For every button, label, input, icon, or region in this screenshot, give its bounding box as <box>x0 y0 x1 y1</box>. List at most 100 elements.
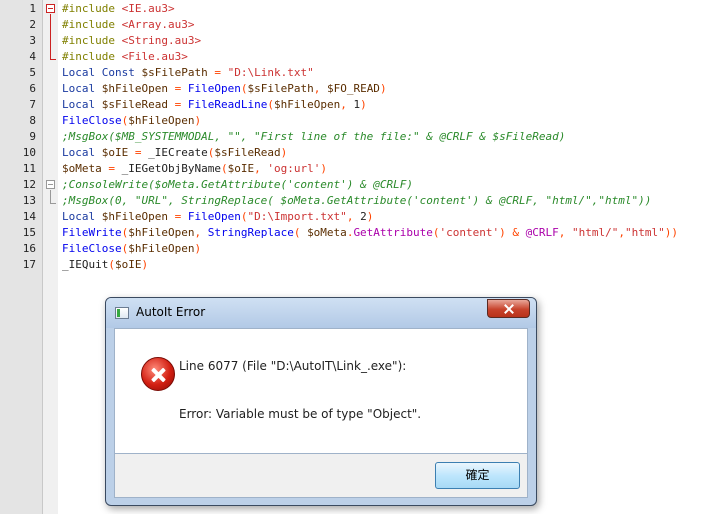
code-line[interactable]: Local $hFileOpen = FileOpen($sFilePath, … <box>62 81 387 97</box>
line-number: 14 <box>22 210 36 223</box>
code-line[interactable]: Local $hFileOpen = FileOpen("D:\Import.t… <box>62 209 373 225</box>
code-token: ) <box>360 98 367 111</box>
dialog-button-bar: 確定 <box>114 454 528 498</box>
code-token: , <box>254 162 268 175</box>
code-token: , <box>346 210 361 223</box>
line-number: 2 <box>29 18 36 31</box>
code-line[interactable]: Local $oIE = _IECreate($sFileRead) <box>62 145 287 161</box>
code-token: $hFileOpen <box>101 82 168 95</box>
code-token: $oMeta <box>62 162 102 175</box>
fold-toggle-icon[interactable] <box>46 180 55 189</box>
code-line[interactable]: Local Const $sFilePath = "D:\Link.txt" <box>62 65 314 81</box>
code-line[interactable]: ;ConsoleWrite($oMeta.GetAttribute('conte… <box>62 177 413 193</box>
code-line[interactable]: FileClose($hFileOpen) <box>62 113 201 129</box>
code-token: $hFileOpen <box>128 226 195 239</box>
code-token: FileOpen <box>187 82 241 95</box>
code-line[interactable]: ;MsgBox($MB_SYSTEMMODAL, "", "First line… <box>62 129 565 145</box>
code-token: <IE.au3> <box>121 2 175 15</box>
code-line[interactable]: FileClose($hFileOpen) <box>62 241 201 257</box>
line-number: 5 <box>29 66 36 79</box>
code-line[interactable]: #include <IE.au3> <box>62 1 175 17</box>
fold-guide <box>50 190 51 203</box>
code-token: = <box>128 146 149 159</box>
code-token: , <box>313 82 327 95</box>
code-token: @CRLF <box>525 226 559 239</box>
code-token: ) <box>379 82 387 95</box>
code-line[interactable]: FileWrite($hFileOpen, StringReplace( $oM… <box>62 225 678 241</box>
code-token: = <box>101 162 122 175</box>
code-token: ( <box>432 226 440 239</box>
line-number: 16 <box>22 242 36 255</box>
code-token: FileWrite <box>62 226 122 239</box>
code-token: "D:\Import.txt" <box>247 210 347 223</box>
line-number: 8 <box>29 114 36 127</box>
code-token: = <box>167 210 188 223</box>
close-button[interactable] <box>487 299 530 318</box>
code-token: ;MsgBox($MB_SYSTEMMODAL, "", "First line… <box>62 130 566 143</box>
fold-toggle-icon[interactable] <box>46 4 55 13</box>
code-token: <String.au3> <box>121 34 202 47</box>
code-token: ) <box>194 242 202 255</box>
code-token: $oMeta <box>307 226 347 239</box>
code-line[interactable]: _IEQuit($oIE) <box>62 257 148 273</box>
code-token: $hFileOpen <box>101 210 168 223</box>
line-number: 9 <box>29 130 36 143</box>
code-token: "html/" <box>572 226 619 239</box>
code-token: #include <box>62 50 122 63</box>
code-token: $oIE <box>101 146 129 159</box>
code-token: Local <box>62 146 102 159</box>
code-token: FileOpen <box>187 210 241 223</box>
code-token: ) <box>366 210 374 223</box>
code-token: "D:\Link.txt" <box>227 66 314 79</box>
code-token: ( <box>108 258 115 271</box>
code-token: FileClose <box>62 114 122 127</box>
line-number: 15 <box>22 226 36 239</box>
code-line[interactable]: ;MsgBox(0, "URL", StringReplace( $oMeta.… <box>62 193 651 209</box>
line-number: 11 <box>22 162 36 175</box>
code-line[interactable]: #include <File.au3> <box>62 49 188 65</box>
line-number-gutter: 1 2 3 4 5 6 7 8 9 10 11 12 13 14 15 16 17 <box>0 0 43 514</box>
line-number: 4 <box>29 50 36 63</box>
fold-end <box>50 203 56 204</box>
code-token: _IEQuit <box>62 258 109 271</box>
code-token: $oIE <box>114 258 142 271</box>
code-token: ;MsgBox(0, "URL", StringReplace( $oMeta.… <box>62 194 652 207</box>
code-token: ) <box>280 146 288 159</box>
code-token: $oIE <box>227 162 255 175</box>
code-token: = <box>167 82 188 95</box>
code-line[interactable]: #include <Array.au3> <box>62 17 194 33</box>
code-token: , <box>558 226 573 239</box>
line-number: 7 <box>29 98 36 111</box>
code-token: ( <box>293 226 308 239</box>
line-number: 6 <box>29 82 36 95</box>
code-token: $sFilePath <box>141 66 208 79</box>
fold-margin <box>43 0 58 514</box>
code-token: _IECreate <box>148 146 208 159</box>
line-number: 3 <box>29 34 36 47</box>
code-token: , <box>340 98 354 111</box>
code-token: 2 <box>360 210 367 223</box>
code-token: <Array.au3> <box>121 18 195 31</box>
error-dialog: AutoIt Error Line 6077 (File "D:\AutoIT\… <box>105 297 537 506</box>
code-token: 'og:url' <box>267 162 321 175</box>
line-number: 12 <box>22 178 36 191</box>
code-token: Local <box>62 82 102 95</box>
code-line[interactable]: Local $sFileRead = FileReadLine($hFileOp… <box>62 97 367 113</box>
dialog-message-area: Line 6077 (File "D:\AutoIT\Link_.exe"): … <box>114 328 528 454</box>
ok-button[interactable]: 確定 <box>435 462 520 489</box>
code-token: ) <box>194 114 202 127</box>
error-line-text: Line 6077 (File "D:\AutoIT\Link_.exe"): <box>179 359 407 373</box>
line-number: 17 <box>22 258 36 271</box>
fold-end <box>50 59 56 60</box>
code-line[interactable]: #include <String.au3> <box>62 33 201 49</box>
code-token: <File.au3> <box>121 50 188 63</box>
dialog-titlebar[interactable]: AutoIt Error <box>106 298 536 328</box>
code-token: FileClose <box>62 242 122 255</box>
code-line[interactable]: $oMeta = _IEGetObjByName($oIE, 'og:url') <box>62 161 327 177</box>
code-token: ( <box>267 98 274 111</box>
code-token: , <box>194 226 208 239</box>
code-token: ) <box>320 162 327 175</box>
code-token: = <box>167 98 188 111</box>
line-number: 13 <box>22 194 36 207</box>
code-token: #include <box>62 18 122 31</box>
